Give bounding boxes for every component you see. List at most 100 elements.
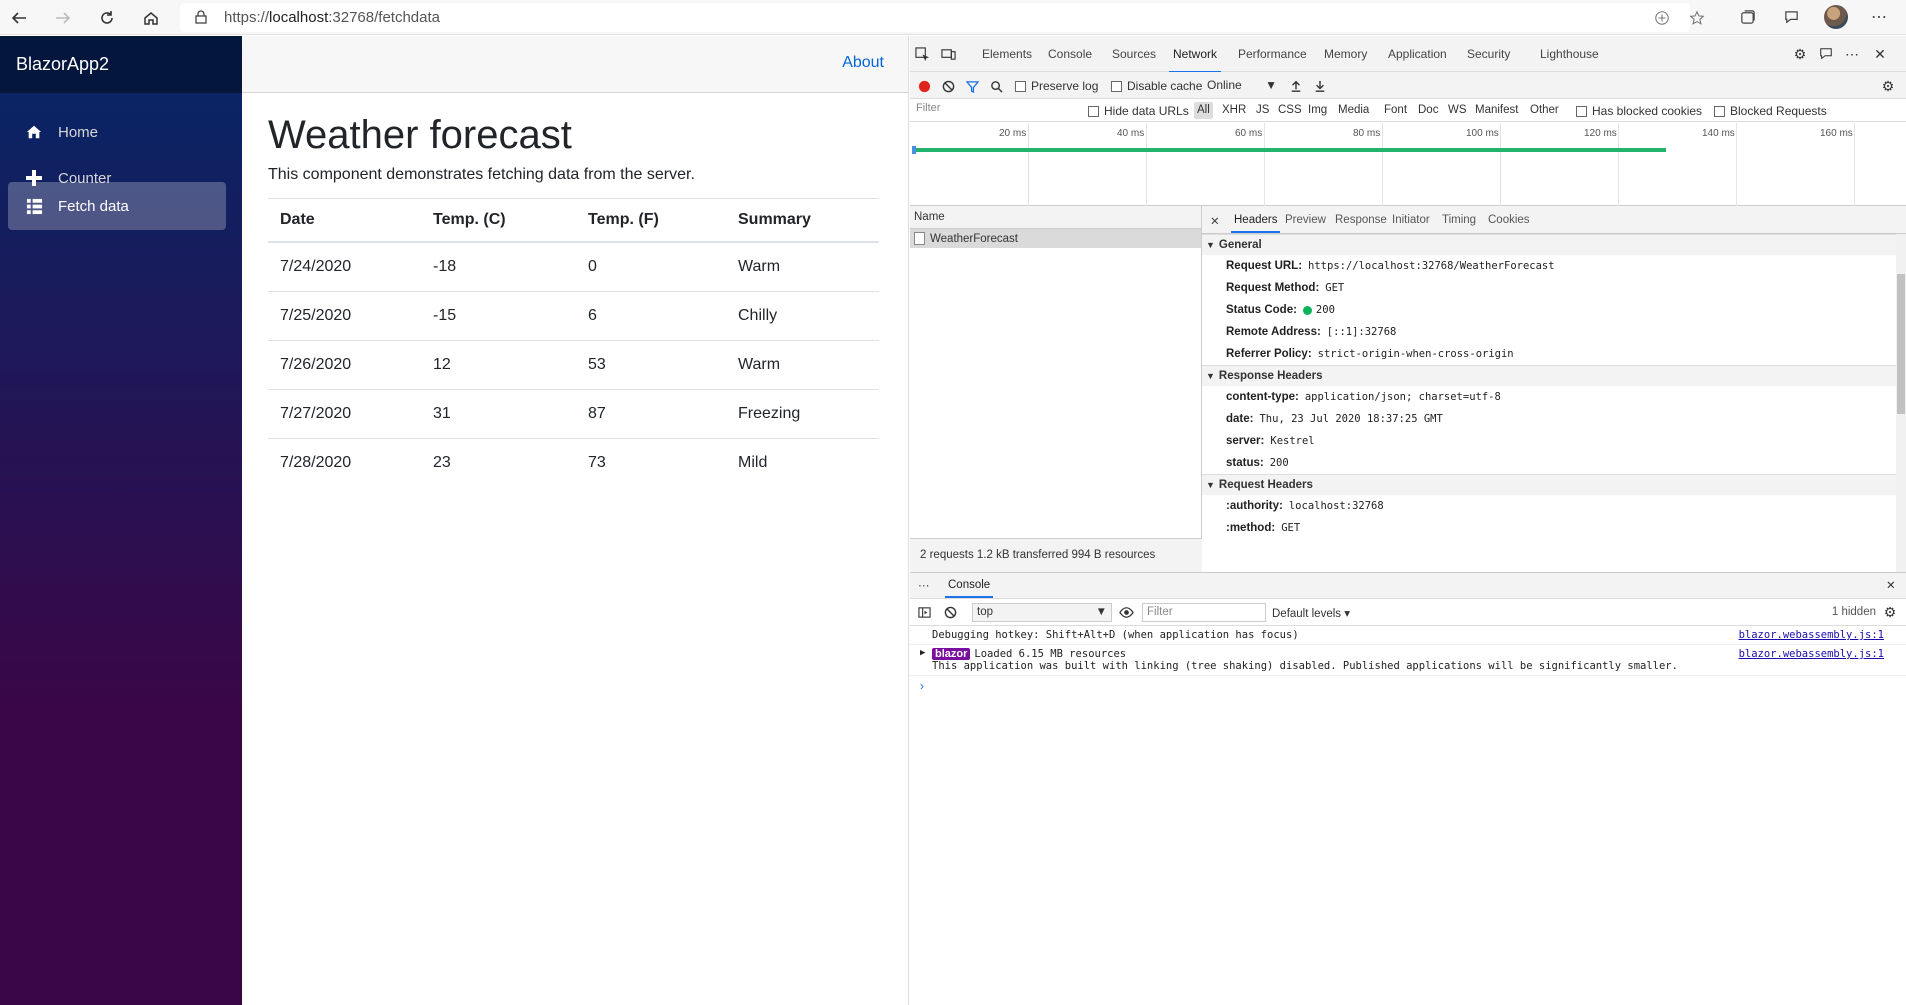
sidebar-item-home[interactable]: Home: [8, 108, 226, 156]
disable-cache-checkbox[interactable]: Disable cache: [1111, 79, 1202, 93]
source-link[interactable]: blazor.webassembly.js:1: [1739, 648, 1884, 660]
filter-type-media[interactable]: Media: [1338, 104, 1369, 116]
download-icon[interactable]: [1312, 78, 1328, 94]
network-filter-row: Filter Hide data URLs All XHR JS CSS Img…: [910, 99, 1906, 122]
request-headers-section-header[interactable]: ▼ Request Headers: [1202, 474, 1906, 495]
table-cell: 0: [576, 241, 726, 291]
filter-type-js[interactable]: JS: [1256, 104, 1269, 116]
tab-preview[interactable]: Preview: [1285, 214, 1326, 226]
console-filter-input[interactable]: Filter: [1142, 603, 1266, 622]
network-toolbar: Preserve log Disable cache Online ▼ ⚙: [910, 72, 1906, 99]
tab-network[interactable]: Network: [1168, 47, 1222, 73]
tab-console[interactable]: Console: [1048, 47, 1092, 61]
tab-performance[interactable]: Performance: [1238, 47, 1307, 61]
scroll-thumb[interactable]: [1897, 274, 1905, 414]
collections-icon[interactable]: [1736, 6, 1758, 28]
blocked-requests-checkbox[interactable]: Blocked Requests: [1714, 104, 1827, 118]
filter-icon[interactable]: [964, 78, 980, 94]
search-icon[interactable]: [988, 78, 1004, 94]
inspect-element-icon[interactable]: [914, 46, 930, 62]
brand-name[interactable]: BlazorApp2: [16, 54, 109, 75]
filter-type-font[interactable]: Font: [1384, 104, 1407, 116]
page-content: Weather forecast This component demonstr…: [242, 113, 908, 487]
tab-lighthouse[interactable]: Lighthouse: [1540, 47, 1599, 61]
sidebar-item-fetch-data[interactable]: Fetch data: [8, 182, 226, 230]
eye-icon[interactable]: [1118, 604, 1134, 620]
tab-cookies[interactable]: Cookies: [1488, 214, 1530, 226]
network-timeline[interactable]: 20 ms 40 ms 60 ms 80 ms 100 ms 120 ms 14…: [910, 123, 1906, 206]
header-row: :authority: localhost:32768: [1226, 500, 1384, 512]
app-sidebar: BlazorApp2 Home Counter Fetch data: [0, 36, 242, 1005]
tab-response[interactable]: Response: [1335, 214, 1387, 226]
tab-console-drawer[interactable]: Console: [944, 579, 994, 598]
profile-avatar[interactable]: [1824, 5, 1848, 29]
tab-memory[interactable]: Memory: [1324, 47, 1367, 61]
about-link[interactable]: About: [842, 54, 884, 72]
url-text[interactable]: https://localhost:32768/fetchdata: [224, 9, 440, 26]
record-icon[interactable]: [916, 78, 932, 94]
close-icon[interactable]: ✕: [1872, 46, 1888, 62]
device-toolbar-icon[interactable]: [940, 46, 956, 62]
drawer-menu-icon[interactable]: ⋯: [918, 578, 930, 592]
refresh-icon[interactable]: [94, 5, 120, 31]
home-browser-icon[interactable]: [138, 5, 164, 31]
tab-headers[interactable]: Headers: [1230, 214, 1281, 233]
filter-type-css[interactable]: CSS: [1278, 104, 1302, 116]
table-cell: 73: [576, 437, 726, 487]
filter-type-doc[interactable]: Doc: [1418, 104, 1438, 116]
more-options-icon[interactable]: ⋯: [1844, 46, 1860, 62]
general-section-header[interactable]: ▼ General: [1202, 234, 1906, 255]
tab-timing[interactable]: Timing: [1442, 214, 1476, 226]
request-list-header[interactable]: Name: [910, 206, 1201, 229]
clear-icon[interactable]: [940, 78, 956, 94]
network-settings-icon[interactable]: ⚙: [1880, 78, 1896, 94]
has-blocked-cookies-checkbox[interactable]: Has blocked cookies: [1576, 104, 1702, 118]
table-cell: Warm: [726, 339, 879, 389]
header-row: server: Kestrel: [1226, 435, 1315, 447]
filter-type-ws[interactable]: WS: [1448, 104, 1467, 116]
filter-type-img[interactable]: Img: [1308, 104, 1327, 116]
details-scrollbar[interactable]: [1896, 234, 1906, 572]
address-bar[interactable]: https://localhost:32768/fetchdata: [180, 3, 1705, 32]
filter-type-manifest[interactable]: Manifest: [1475, 104, 1518, 116]
page-description: This component demonstrates fetching dat…: [268, 166, 695, 183]
filter-type-other[interactable]: Other: [1530, 104, 1559, 116]
timeline-tick: 140 ms: [1702, 128, 1735, 139]
tab-security[interactable]: Security: [1467, 47, 1510, 61]
favorite-star-icon[interactable]: [1688, 9, 1706, 27]
settings-gear-icon[interactable]: ⚙: [1792, 46, 1808, 62]
drawer-tabbar: ⋯ Console ✕: [910, 573, 1906, 599]
feedback-icon[interactable]: [1818, 46, 1834, 62]
close-details-icon[interactable]: ✕: [1210, 214, 1220, 228]
devtools-panel: Elements Console Sources Network Perform…: [910, 36, 1906, 1005]
console-prompt[interactable]: ›: [910, 676, 1906, 696]
tab-sources[interactable]: Sources: [1112, 47, 1156, 61]
throttle-select[interactable]: Online ▼: [1207, 78, 1277, 92]
tab-elements[interactable]: Elements: [982, 47, 1032, 61]
request-row[interactable]: WeatherForecast: [910, 229, 1201, 248]
close-drawer-icon[interactable]: ✕: [1886, 578, 1896, 592]
response-headers-section-header[interactable]: ▼ Response Headers: [1202, 365, 1906, 386]
console-settings-icon[interactable]: ⚙: [1882, 604, 1898, 620]
filter-type-xhr[interactable]: XHR: [1222, 104, 1246, 116]
sidebar-toggle-icon[interactable]: [916, 604, 932, 620]
log-levels-select[interactable]: Default levels ▾: [1272, 606, 1350, 620]
lock-icon: [195, 10, 207, 24]
source-link[interactable]: blazor.webassembly.js:1: [1739, 629, 1884, 641]
context-select[interactable]: top ▼: [972, 603, 1112, 622]
network-filter-input[interactable]: Filter: [914, 102, 1074, 119]
clear-console-icon[interactable]: [942, 604, 958, 620]
tab-application[interactable]: Application: [1388, 47, 1447, 61]
console-message[interactable]: ▶ blazor Loaded 6.15 MB resources This ap…: [910, 645, 1906, 676]
filter-type-all[interactable]: All: [1194, 102, 1213, 119]
hide-data-urls-checkbox[interactable]: Hide data URLs: [1088, 104, 1189, 118]
tab-initiator[interactable]: Initiator: [1392, 214, 1430, 226]
expand-triangle-icon[interactable]: ▶: [920, 648, 925, 658]
more-options-icon[interactable]: ⋯: [1868, 6, 1890, 28]
forward-icon[interactable]: [50, 5, 76, 31]
upload-icon[interactable]: [1288, 78, 1304, 94]
feedback-icon[interactable]: [1780, 6, 1802, 28]
preserve-log-checkbox[interactable]: Preserve log: [1015, 79, 1098, 93]
back-icon[interactable]: [6, 5, 32, 31]
add-to-reading-icon[interactable]: [1653, 9, 1671, 27]
